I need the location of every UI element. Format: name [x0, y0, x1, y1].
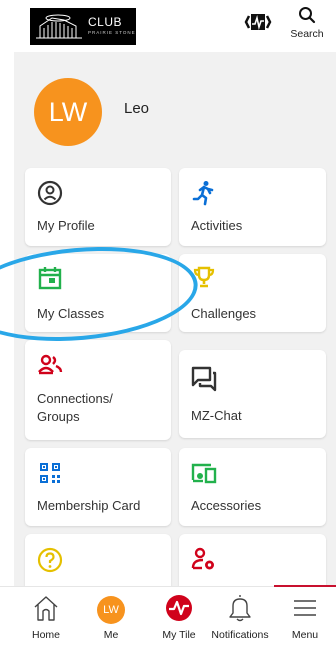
nav-label: Notifications [211, 629, 269, 641]
tile-connections-groups[interactable]: Connections/ Groups [25, 340, 171, 440]
bottom-navigation: Home LW Me My Tile Notifications Menu [0, 585, 336, 647]
nav-label: Me [103, 629, 119, 641]
nav-menu[interactable]: Menu [274, 587, 336, 647]
mytile-pulse-icon [166, 595, 192, 621]
search-button[interactable]: Search [286, 6, 328, 46]
tile-activities[interactable]: Activities [179, 168, 326, 246]
tile-membership-card[interactable]: Membership Card [25, 448, 171, 526]
calendar-icon [38, 267, 62, 290]
nav-me[interactable]: LW Me [80, 587, 142, 647]
search-label: Search [290, 28, 324, 40]
club-logo[interactable]: CLUB PRAIRIE STONE [30, 8, 136, 45]
logo-text: CLUB [88, 15, 123, 29]
user-settings-icon [191, 547, 214, 570]
tile-challenges[interactable]: Challenges [179, 254, 326, 332]
hamburger-menu-icon [294, 600, 316, 616]
me-avatar: LW [97, 596, 125, 624]
tile-label: Accessories [191, 498, 262, 513]
search-icon [299, 7, 316, 24]
tile-label: Activities [191, 218, 243, 233]
tile-accessories[interactable]: Accessories [179, 448, 326, 526]
tile-my-classes[interactable]: My Classes [25, 254, 171, 332]
help-icon [37, 547, 63, 573]
mz-tile-icon[interactable] [244, 8, 272, 36]
user-circle-icon [37, 180, 63, 206]
devices-icon [191, 463, 217, 484]
tile-help[interactable] [25, 534, 171, 586]
trophy-icon [193, 266, 215, 288]
nav-label: Home [31, 629, 60, 641]
tile-label: MZ-Chat [191, 408, 242, 423]
nav-notifications[interactable]: Notifications [206, 587, 274, 647]
nav-home[interactable]: Home [14, 587, 78, 647]
qr-code-icon [40, 463, 60, 483]
nav-label: My Tile [162, 629, 196, 641]
me-initials: LW [103, 604, 119, 616]
home-icon [34, 596, 58, 621]
tile-user-settings[interactable] [179, 534, 326, 586]
tile-label: Challenges [191, 306, 257, 321]
tile-label: My Profile [37, 218, 95, 233]
building-logo-icon [36, 14, 82, 39]
people-icon [38, 354, 63, 375]
bell-icon [229, 595, 251, 622]
tile-label: Membership Card [37, 498, 141, 513]
running-person-icon [192, 181, 214, 206]
dashboard: LW Leo My Profile Activities My Classes [14, 52, 336, 586]
nav-label: Menu [291, 629, 319, 641]
tile-mz-chat[interactable]: MZ-Chat [179, 350, 326, 438]
avatar[interactable]: LW [34, 78, 102, 146]
tile-label: My Classes [37, 306, 105, 321]
chat-icon [191, 366, 217, 392]
logo-subtext: PRAIRIE STONE [88, 30, 136, 35]
top-bar: CLUB PRAIRIE STONE Search [0, 0, 336, 52]
tile-my-profile[interactable]: My Profile [25, 168, 171, 246]
tile-label: Connections/ Groups [37, 391, 113, 424]
nav-my-tile[interactable]: My Tile [148, 587, 210, 647]
user-name: Leo [124, 100, 150, 117]
